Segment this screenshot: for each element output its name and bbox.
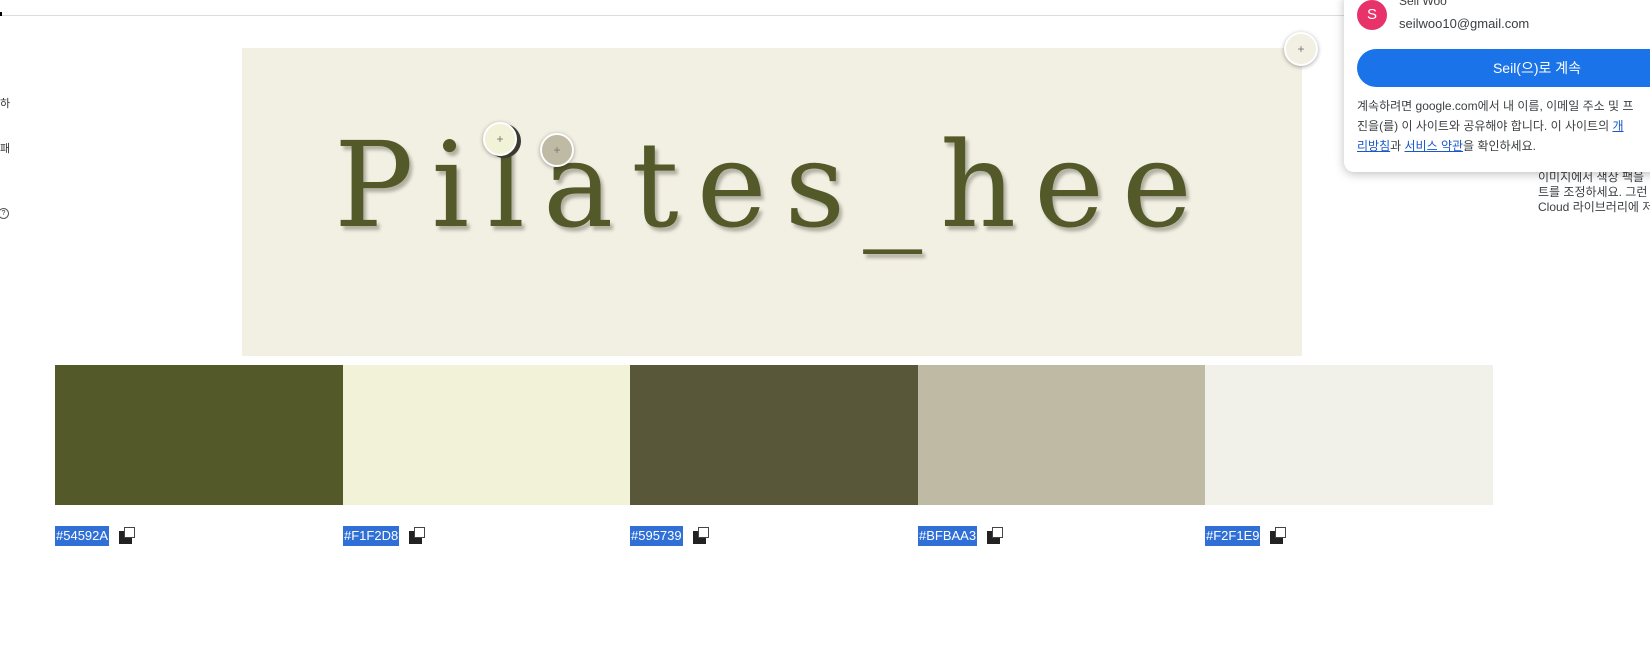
source-image: Pilates_hee (242, 48, 1302, 356)
left-panel-text-1: 하 (0, 98, 11, 110)
hex-code[interactable]: #BFBAA3 (918, 526, 978, 546)
hex-code[interactable]: #595739 (630, 526, 683, 546)
terms-of-service-link[interactable]: 서비스 약관 (1405, 139, 1464, 153)
swatch-5[interactable] (1205, 365, 1493, 505)
color-picker-handle-4[interactable]: + (540, 133, 574, 167)
color-picker-handle-5[interactable]: + (1284, 32, 1318, 66)
avatar: S (1357, 0, 1387, 30)
hex-row-3: #595739 (630, 525, 711, 547)
image-text: Pilates_hee (334, 116, 1210, 254)
hex-row-2: #F1F2D8 (343, 525, 427, 547)
continue-as-button[interactable]: Seil(으)로 계속 (1357, 49, 1650, 87)
hex-code[interactable]: #54592A (55, 526, 110, 546)
instructions-text: 이미지에서 색상 팩을 트를 조정하세요. 그런 Cloud 라이브러리에 저 (1538, 170, 1650, 214)
account-name: Seil Woo (1399, 0, 1447, 8)
hex-row-4: #BFBAA3 (918, 525, 1005, 547)
swatch-1[interactable] (55, 365, 343, 505)
swatch-4[interactable] (918, 365, 1206, 505)
copy-icon[interactable] (1270, 527, 1288, 545)
left-panel-text-2: 패 (0, 143, 11, 155)
edge-mark (0, 12, 2, 16)
copy-icon[interactable] (987, 527, 1005, 545)
privacy-policy-link-cont[interactable]: 리방침 (1357, 139, 1390, 153)
swatch-2[interactable] (343, 365, 631, 505)
copy-icon[interactable] (119, 527, 137, 545)
hex-code[interactable]: #F1F2D8 (343, 526, 400, 546)
google-sign-in-popup: S Seil Woo seilwoo10@gmail.com Seil(으)로 … (1344, 0, 1650, 172)
consent-text: 계속하려면 google.com에서 내 이름, 이메일 주소 및 프 진을(를… (1357, 99, 1634, 153)
help-icon[interactable]: ? (0, 208, 9, 219)
copy-icon[interactable] (692, 527, 711, 545)
color-picker-handle-2[interactable]: + (483, 122, 517, 156)
hex-row-5: #F2F1E9 (1205, 525, 1288, 547)
hex-code[interactable]: #F2F1E9 (1205, 526, 1261, 546)
swatch-3[interactable] (630, 365, 918, 505)
hex-row-1: #54592A (55, 525, 137, 547)
privacy-policy-link[interactable]: 개 (1612, 119, 1623, 133)
account-email: seilwoo10@gmail.com (1399, 16, 1530, 31)
copy-icon[interactable] (409, 527, 427, 545)
